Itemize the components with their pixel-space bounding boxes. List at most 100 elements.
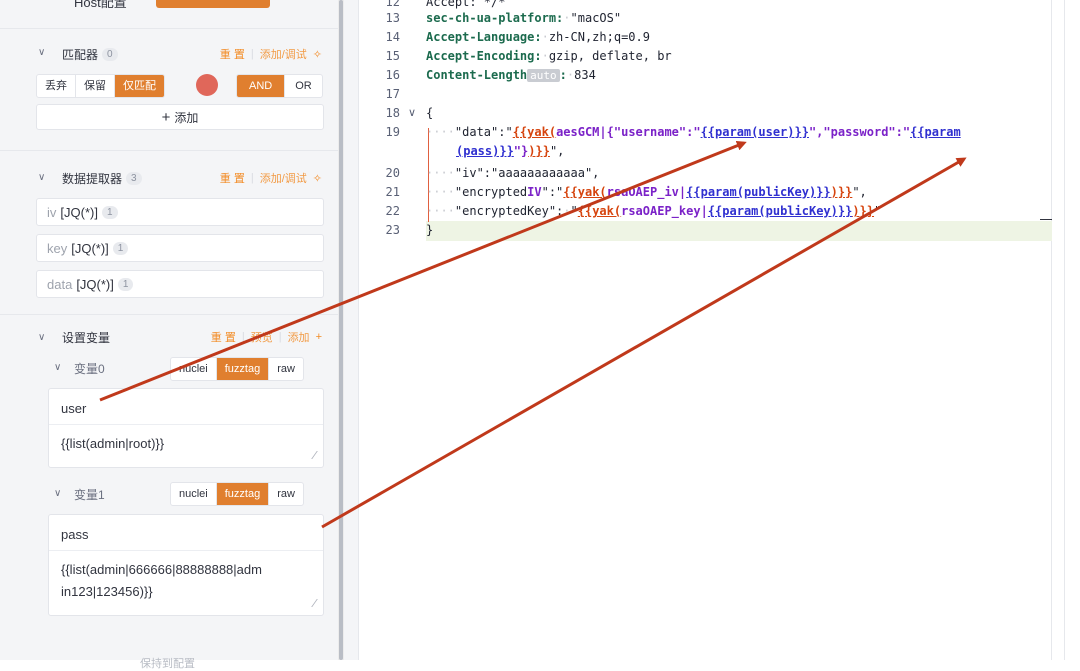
matcher-add-button[interactable]: + 添加 [36,104,324,130]
host-config-toggle[interactable] [156,0,270,8]
extractor-item[interactable]: key [JQ(*)] 1 [36,234,324,262]
matcher-title-text: 匹配器 [62,47,99,62]
header-value: 834 [574,68,596,82]
matcher-add-debug-button[interactable]: 添加/调试 [260,46,307,62]
line-number: 14 [385,30,400,44]
variable-value-field[interactable]: {{list(admin|666666|88888888|adm in123|1… [49,551,323,603]
divider [0,28,338,29]
json-literal: "} [513,144,529,158]
code-line: Accept-Language:·zh-CN,zh;q=0.9 [426,30,650,44]
variable-value-field[interactable]: {{list(admin|root)}} [49,425,323,455]
extractor-title: 数据提取器 3 [62,168,142,188]
mode-nuclei[interactable]: nuclei [171,483,217,505]
extractor-count-badge: 3 [126,171,142,185]
variables-add-button[interactable]: 添加 [288,329,310,345]
chevron-down-icon[interactable]: ∨ [38,332,45,343]
mode-retain[interactable]: 保留 [76,75,115,97]
variables-actions: 重 置 | 预览 | 添加 + [210,329,322,345]
extractor-item[interactable]: data [JQ(*)] 1 [36,270,324,298]
mode-fuzztag[interactable]: fuzztag [216,483,270,505]
json-literal: ","password":" [808,125,911,139]
mode-nuclei[interactable]: nuclei [171,358,217,380]
yak-tag: {{yak( [512,125,557,139]
header-key: Content-Length [426,68,528,82]
json-literal: " [570,204,578,218]
variable-card[interactable]: pass {{list(admin|666666|88888888|adm in… [48,514,324,616]
fold-chevron-icon[interactable]: ∨ [408,106,416,119]
matcher-reset-button[interactable]: 重 置 [220,46,245,62]
mode-fuzztag[interactable]: fuzztag [216,358,270,380]
bottom-hint: 保持到配置 [140,658,195,670]
json-key: IV [527,185,542,199]
param-tag: {{param(publicKey)}} [686,185,831,199]
chevron-down-icon[interactable]: ∨ [38,47,45,58]
line-number: 18 [385,106,400,120]
variable-value-line: {{list(admin|666666|88888888|adm [61,562,262,577]
function-name: rsaOAEP_key [621,204,701,218]
logic-and[interactable]: AND [237,75,286,97]
wand-icon[interactable]: ✧ [313,48,322,61]
matcher-mode-group: 丢弃 保留 仅匹配 [36,74,165,98]
json-literal: "iv":"aaaaaaaaaaaa", [454,166,600,180]
chevron-down-icon[interactable]: ∨ [54,488,61,499]
param-tag: {{param [910,125,961,139]
variables-title-text: 设置变量 [62,330,111,345]
variables-title: 设置变量 [62,327,110,347]
plus-icon[interactable]: + [316,331,322,343]
code-line: ····"iv":"aaaaaaaaaaaa", [426,166,600,180]
function-name: aesGCM [556,125,600,139]
line-number: 23 [385,223,400,237]
mode-discard[interactable]: 丢弃 [37,75,76,97]
line-number: 15 [385,49,400,63]
line-number: 21 [385,185,400,199]
line-number: 16 [385,68,400,82]
extractor-add-debug-button[interactable]: 添加/调试 [260,170,307,186]
chevron-down-icon[interactable]: ∨ [54,362,61,373]
json-literal: " [874,204,882,218]
variable-value-line: in123|123456)}} [61,584,153,599]
color-toggle[interactable] [196,74,218,96]
yak-tag: {{yak( [563,185,607,199]
header-key: sec-ch-ua-platform: [426,11,564,25]
line-number: 17 [385,87,400,101]
code-line: ····"data":"{{yak(aesGCM|{"username":"{{… [426,125,961,139]
variable-label: 变量1 [74,488,105,502]
matcher-title: 匹配器 0 [62,44,118,64]
line-number: 19 [385,125,400,139]
mode-raw[interactable]: raw [269,483,303,505]
variable-card[interactable]: user {{list(admin|root)}} [48,388,324,468]
mode-only-match[interactable]: 仅匹配 [115,75,164,97]
host-config-label: Host配置 [74,0,127,10]
extractor-expr: [JQ(*)] [76,276,114,292]
variables-preview-button[interactable]: 预览 [251,329,273,345]
code-editor[interactable] [358,0,1052,660]
extractor-item[interactable]: iv [JQ(*)] 1 [36,198,324,226]
variable-name-field[interactable]: pass [49,515,323,551]
param-tag: {{param(publicKey)}} [707,204,853,218]
divider [1064,0,1065,660]
wand-icon[interactable]: ✧ [313,172,322,185]
json-key: "encryptedKey": [454,204,564,218]
json-literal: ", [549,144,565,158]
code-line: { [426,106,434,120]
json-key: "data":" [454,125,513,139]
variable-name-field[interactable]: user [49,389,323,425]
chevron-down-icon[interactable]: ∨ [38,172,45,183]
code-line: Content-Length auto:·834 [426,68,596,82]
header-key: Accept-Language: [426,30,542,44]
line-number: 12 [385,0,400,9]
active-line-highlight [426,221,1052,241]
json-key: "encrypted [454,185,528,199]
code-line: (pass)}}"})}}", [456,144,564,158]
code-line: Accept: */* [426,0,506,9]
mode-raw[interactable]: raw [269,358,303,380]
extractor-reset-button[interactable]: 重 置 [220,170,245,186]
left-panel: Host配置 ∨ 匹配器 0 重 置 | 添加/调试 ✧ 丢弃 保留 仅匹配 A… [0,0,338,670]
variables-reset-button[interactable]: 重 置 [211,329,236,345]
yak-tag: {{yak( [577,204,622,218]
header-value: "macOS" [570,11,622,25]
gap [344,0,358,660]
logic-or[interactable]: OR [285,75,322,97]
yak-tag: )}} [852,204,875,218]
divider [0,150,338,151]
